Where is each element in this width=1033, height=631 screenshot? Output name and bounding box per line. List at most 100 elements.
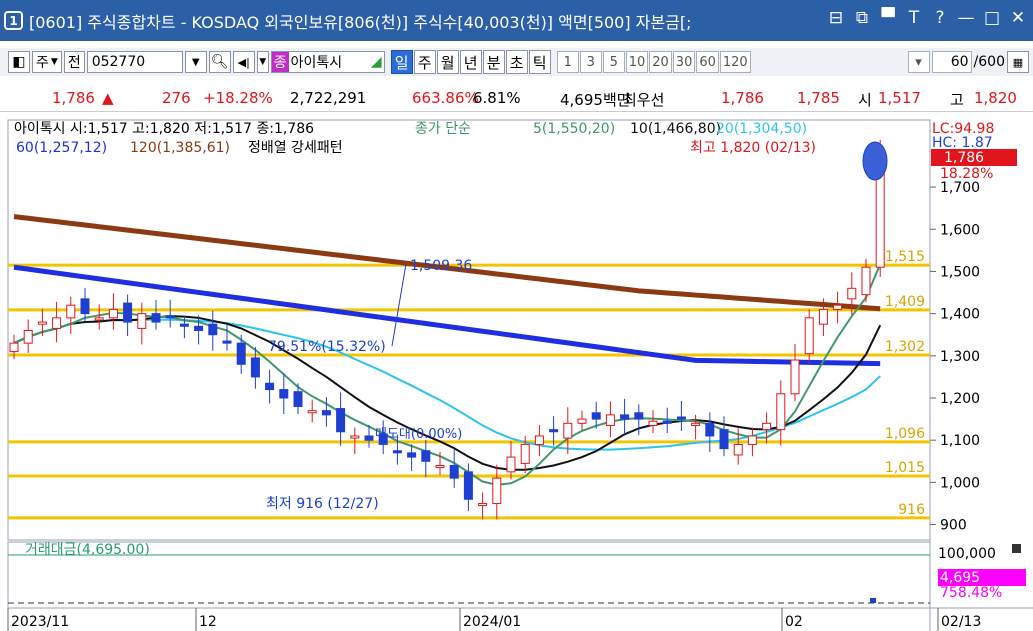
candle-body — [80, 298, 90, 315]
candle-body — [236, 342, 246, 365]
candle-body — [648, 420, 658, 426]
speaker-icon[interactable]: ◀| — [232, 51, 255, 73]
high-annotation: 최고 1,820 (02/13) — [690, 140, 816, 156]
period-tab[interactable]: 초 — [505, 50, 528, 74]
x-tick-label: 2023/11 — [11, 614, 69, 630]
candle-body — [179, 323, 189, 327]
candle-body — [861, 266, 871, 296]
period-tab[interactable]: 분 — [482, 50, 505, 74]
candle-body — [265, 382, 275, 391]
zoom-total: /600 — [973, 54, 1005, 70]
minute-option[interactable]: 10 — [625, 51, 649, 73]
pin-icon[interactable]: ▀ — [879, 8, 897, 28]
candle-body — [563, 422, 573, 439]
candle-body — [719, 429, 729, 450]
stock-code-input[interactable]: 052770 — [86, 51, 183, 73]
restore-icon[interactable]: ⊟ — [827, 8, 845, 28]
stock-name-field[interactable]: 종 아이톡시 ◢ — [270, 51, 385, 73]
candle-body — [733, 443, 743, 456]
high-marker — [862, 141, 888, 181]
x-tick-label: 12 — [199, 614, 217, 630]
x-tick-label: 2024/01 — [463, 614, 521, 630]
stock-type-badge: 종 — [271, 52, 289, 72]
price-info-row: 1,786 ▲ 276 +18.28% 2,722,291 663.86% 6.… — [0, 84, 1033, 112]
chart-settings-icon[interactable]: ▦ — [1007, 51, 1029, 73]
chart-canvas[interactable]: 1,515 1,409 1,302 1,096 1,015 916 1,700 1,600 1… — [0, 118, 1033, 631]
zoom-dropdown-icon[interactable]: ▾ — [907, 51, 930, 73]
horizontal-level-label: 1,015 — [885, 460, 925, 476]
x-tick-label: 02/13 — [941, 614, 981, 630]
candle-body — [23, 330, 33, 344]
candle-body — [847, 287, 857, 300]
minute-option[interactable]: 20 — [649, 51, 672, 73]
maximize-icon[interactable]: □ — [983, 8, 1001, 28]
candle-body — [435, 465, 445, 469]
volume-tick: 100,000 — [938, 546, 996, 562]
candle-body — [662, 420, 672, 424]
candle-body — [605, 414, 615, 426]
ask-price: 1,786 — [721, 89, 764, 107]
volume-pct: 663.86% — [412, 89, 479, 107]
chart-toolbar: ◧ 주 ▼ 전 052770 ▼ 🔍︎ ◀| ▼ 종 아이톡시 ◢ 일주월년분초틱… — [0, 48, 1033, 76]
candle-body — [691, 422, 701, 426]
sound-dropdown-icon[interactable]: ▼ — [256, 51, 269, 73]
font-icon[interactable]: T — [905, 8, 923, 28]
trade-amount: 4,695백만 — [560, 91, 631, 109]
ma10-legend: 10(1,466,80) — [630, 121, 721, 137]
code-dropdown-chevron-icon[interactable]: ▼ — [184, 51, 207, 73]
minute-option[interactable]: 3 — [579, 51, 602, 73]
period-tab[interactable]: 틱 — [528, 50, 551, 74]
candle-body — [776, 393, 786, 431]
window-controls: ⊟ ⧉ ▀ T? — □ ✕ — [827, 8, 1027, 28]
ma-legend-label: 종가 단순 — [415, 121, 471, 137]
volume-settings-icon[interactable] — [1012, 544, 1021, 553]
period-mode-value: 주 — [36, 55, 49, 71]
candle-body — [492, 477, 502, 504]
open-label: 시 — [858, 91, 872, 109]
period-tab[interactable]: 년 — [459, 50, 482, 74]
candle-body — [94, 317, 104, 321]
next-stock-icon: ◢ — [370, 54, 382, 70]
candle-body — [478, 502, 488, 507]
candle-body — [449, 465, 459, 479]
candle-body — [137, 313, 147, 329]
layout-icon[interactable]: ◧ — [8, 51, 30, 73]
candle-body — [364, 435, 374, 441]
close-icon[interactable]: ✕ — [1009, 8, 1027, 28]
minute-option[interactable]: 1 — [556, 51, 579, 73]
candle-body — [250, 357, 260, 378]
up-arrow-icon: ▲ — [102, 89, 114, 107]
candle-body — [762, 422, 772, 431]
x-tick-label: 02 — [785, 614, 803, 630]
candle-body — [52, 317, 62, 329]
view-mode-button[interactable]: 전 — [63, 51, 85, 73]
candle-body — [790, 359, 800, 395]
candle-body — [747, 435, 757, 445]
period-mode-select[interactable]: 주 ▼ — [32, 51, 62, 73]
candle-body — [591, 412, 601, 420]
zoom-input[interactable]: 60 — [931, 51, 972, 73]
zoom-control: ▾ 60 /600 ▦ — [907, 51, 1029, 73]
period-tab[interactable]: 월 — [436, 50, 459, 74]
minute-option[interactable]: 5 — [602, 51, 625, 73]
price-chart[interactable]: 1,515 1,409 1,302 1,096 1,015 916 1,700 1,600 1… — [0, 118, 1033, 631]
minute-option[interactable]: 30 — [672, 51, 696, 73]
minute-option[interactable]: 60 — [696, 51, 719, 73]
search-icon[interactable]: 🔍︎ — [208, 51, 231, 73]
y-tick-label: 1,400 — [940, 307, 980, 323]
volume-legend: 거래대금(4,695.00) — [25, 542, 150, 558]
period-tab[interactable]: 주 — [413, 50, 436, 74]
help-icon[interactable]: ? — [931, 8, 949, 28]
chevron-down-icon: ▼ — [50, 57, 58, 67]
candle-body — [534, 435, 544, 445]
minute-option[interactable]: 120 — [719, 51, 751, 73]
candle-body — [676, 416, 686, 420]
candle-body — [392, 450, 402, 454]
candle-body — [634, 412, 644, 420]
popup-icon[interactable]: ⧉ — [853, 8, 871, 28]
minimize-icon[interactable]: — — [957, 8, 975, 28]
period-tab[interactable]: 일 — [390, 50, 413, 74]
ma120-legend: 120(1,385,61) — [130, 140, 230, 156]
volume: 2,722,291 — [290, 89, 367, 107]
horizontal-level-label: 1,096 — [885, 426, 925, 442]
